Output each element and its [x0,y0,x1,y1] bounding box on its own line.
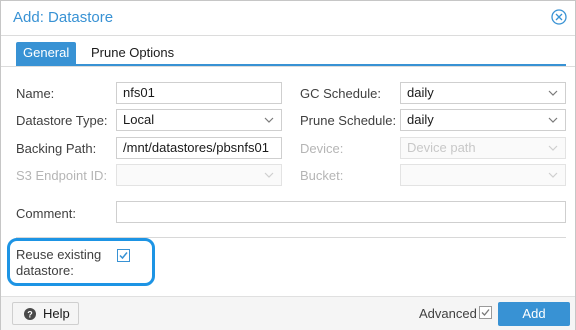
gc-schedule-label: GC Schedule: [300,86,381,101]
help-button[interactable]: ? Help [12,302,79,325]
chevron-down-icon[interactable] [547,87,559,99]
s3-endpoint-select [116,164,282,186]
help-icon: ? [24,308,36,320]
backing-path-label: Backing Path: [16,141,97,156]
name-field[interactable]: nfs01 [116,82,282,104]
datastore-type-select[interactable]: Local [116,109,282,131]
device-select: Device path [400,137,566,159]
chevron-down-icon [264,172,274,178]
name-label: Name: [16,86,55,101]
advanced-checkbox[interactable] [479,306,492,319]
tab-bar: General Prune Options [1,36,575,67]
add-button[interactable]: Add [498,302,570,326]
comment-field[interactable] [116,201,566,223]
gc-schedule-value: daily [407,85,434,100]
chevron-down-icon [548,145,558,151]
chevron-down-icon[interactable] [263,114,275,126]
tab-prune-options[interactable]: Prune Options [84,42,181,64]
bucket-select [400,164,566,186]
svg-text:?: ? [27,309,33,319]
prune-schedule-value: daily [407,112,434,127]
s3-endpoint-label: S3 Endpoint ID: [16,168,108,183]
bucket-label: Bucket: [300,168,344,183]
help-label: Help [43,306,70,321]
tab-general[interactable]: General [16,42,77,64]
highlight-annotation [7,238,155,286]
device-placeholder: Device path [407,140,476,155]
advanced-label: Advanced [419,306,477,321]
gc-schedule-select[interactable]: daily [400,82,566,104]
checkmark-icon [481,309,490,316]
tab-underline [16,64,566,66]
datastore-type-label: Datastore Type: [16,113,108,128]
add-datastore-dialog: Add: Datastore General Prune Options Nam… [0,0,576,330]
device-label: Device: [300,141,344,156]
dialog-header: Add: Datastore [1,1,575,36]
comment-label: Comment: [16,206,76,221]
datastore-type-value: Local [123,112,155,127]
backing-path-field[interactable]: /mnt/datastores/pbsnfs01 [116,137,282,159]
close-icon[interactable] [551,9,567,25]
chevron-down-icon [548,172,558,178]
dialog-footer: ? Help Advanced Add [1,296,575,330]
chevron-down-icon[interactable] [547,114,559,126]
prune-schedule-label: Prune Schedule: [300,113,397,128]
dialog-title: Add: Datastore [13,9,114,26]
prune-schedule-select[interactable]: daily [400,109,566,131]
